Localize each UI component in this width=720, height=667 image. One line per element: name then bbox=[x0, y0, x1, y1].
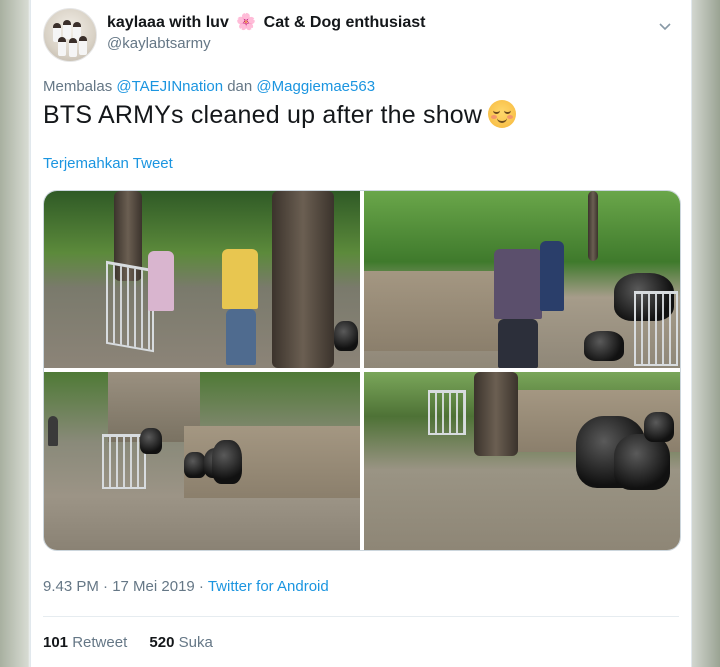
display-name-suffix: Cat & Dog enthusiast bbox=[263, 14, 426, 31]
like-label: Suka bbox=[178, 634, 213, 651]
mention-link-1[interactable]: @TAEJINnation bbox=[116, 78, 223, 95]
reply-context: Membalas @TAEJINnation dan @Maggiemae563 bbox=[43, 78, 375, 95]
media-grid bbox=[43, 190, 681, 551]
tweet-text: BTS ARMYs cleaned up after the show bbox=[43, 100, 517, 130]
like-count: 520 bbox=[149, 634, 175, 651]
display-name[interactable]: kaylaaa with luv 🌸 Cat & Dog enthusiast bbox=[107, 12, 425, 32]
mention-link-2[interactable]: @Maggiemae563 bbox=[256, 78, 375, 95]
author-names: kaylaaa with luv 🌸 Cat & Dog enthusiast … bbox=[107, 12, 425, 52]
retweet-label: Retweet bbox=[72, 634, 128, 651]
photo-4[interactable] bbox=[364, 372, 680, 550]
photo-1[interactable] bbox=[44, 191, 360, 368]
tweet-stats: 101 Retweet 520 Suka bbox=[43, 634, 231, 651]
tweet-text-body: BTS ARMYs cleaned up after the show bbox=[43, 101, 483, 129]
divider bbox=[43, 616, 679, 617]
retweet-count: 101 bbox=[43, 634, 69, 651]
reply-prefix: Membalas bbox=[43, 78, 113, 95]
avatar[interactable] bbox=[43, 8, 97, 62]
tweet-timestamp[interactable]: 9.43 PM · 17 Mei 2019 · bbox=[43, 578, 204, 595]
photo-3[interactable] bbox=[44, 372, 360, 550]
photo-2[interactable] bbox=[364, 191, 680, 368]
tweet-source-link[interactable]: Twitter for Android bbox=[208, 578, 329, 595]
chevron-down-icon[interactable] bbox=[657, 18, 673, 34]
tweet-meta: 9.43 PM · 17 Mei 2019 · Twitter for Andr… bbox=[43, 578, 329, 595]
tweet-card: kaylaaa with luv 🌸 Cat & Dog enthusiast … bbox=[30, 0, 692, 667]
like-stat[interactable]: 520 Suka bbox=[149, 634, 212, 651]
cherry-blossom-icon: 🌸 bbox=[236, 14, 257, 31]
translate-tweet-link[interactable]: Terjemahkan Tweet bbox=[43, 155, 173, 172]
display-name-text: kaylaaa with luv bbox=[107, 14, 229, 31]
smiling-face-with-blush-icon bbox=[488, 100, 517, 128]
retweet-stat[interactable]: 101 Retweet bbox=[43, 634, 131, 651]
tweet-header: kaylaaa with luv 🌸 Cat & Dog enthusiast … bbox=[43, 8, 679, 62]
reply-joiner: dan bbox=[227, 78, 253, 95]
user-handle[interactable]: @kaylabtsarmy bbox=[107, 35, 425, 52]
